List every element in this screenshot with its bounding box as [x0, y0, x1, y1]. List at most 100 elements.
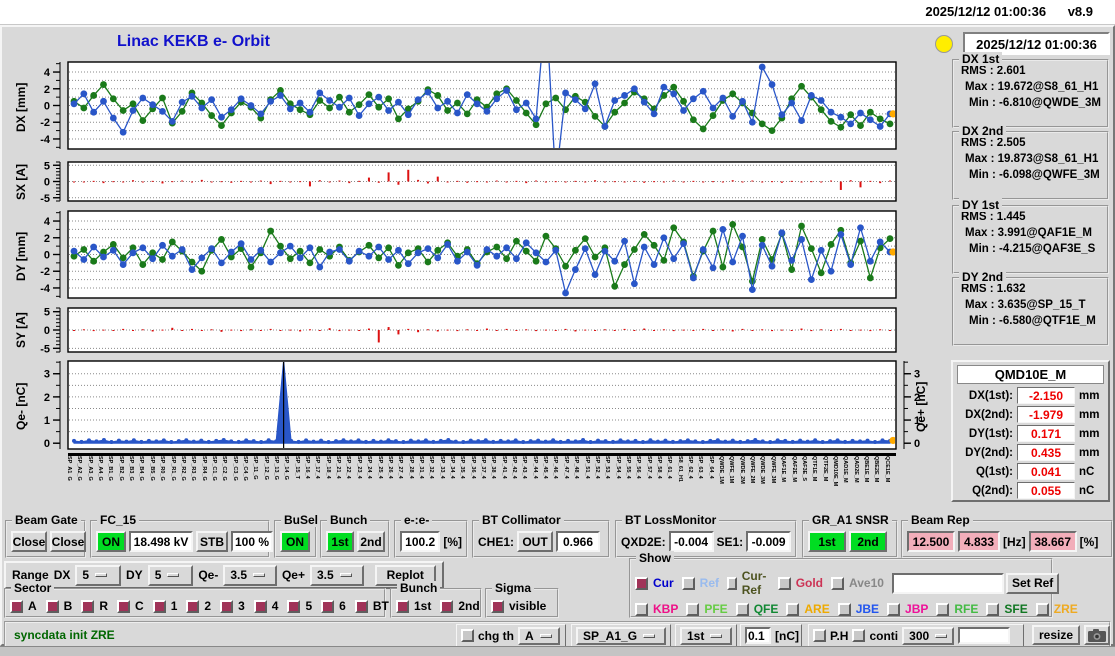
x-axis-label: SP_42_4 [511, 456, 518, 479]
sector-B-checkbox[interactable] [45, 599, 59, 613]
ref-name-input[interactable] [891, 572, 1004, 594]
sector-3-label: 3 [238, 599, 245, 613]
show-cur-ref-label: Cur-Ref [741, 569, 767, 597]
x-axis-label: SP_44_4 [531, 456, 538, 479]
bunch-select-group: Bunch 1st 2nd [320, 513, 390, 558]
threshold-input[interactable] [745, 627, 771, 644]
bunch-1st-checkbox[interactable] [396, 599, 409, 613]
dy1-rms: 1.445 [996, 211, 1026, 223]
screenshot-button[interactable] [1084, 625, 1110, 645]
x-axis-label: SP_28_4 [407, 456, 414, 479]
x-axis-label: QAF3E_S [800, 456, 807, 482]
x-axis-label: SP_43_4 [521, 456, 528, 479]
sector-B-label: B [63, 599, 73, 613]
sigma-visible-checkbox[interactable] [491, 599, 504, 613]
sector-BT-checkbox[interactable] [354, 599, 368, 613]
svg-text:0: 0 [44, 101, 50, 113]
range-dy-dropdown[interactable]: 5 [147, 564, 194, 586]
range-dx-dropdown[interactable]: 5 [75, 564, 122, 586]
show-ave10-checkbox[interactable] [831, 576, 845, 590]
show-zre-checkbox[interactable] [1035, 602, 1049, 616]
sector-1-checkbox[interactable] [152, 599, 166, 613]
show-jbe-checkbox[interactable] [837, 602, 851, 616]
x-axis-label: SP_21_4 [335, 456, 342, 479]
x-axis-label: SP_A1_G [68, 456, 72, 481]
conti-checkbox[interactable] [852, 629, 866, 642]
dy2-max: 3.635@SP_15_T [997, 299, 1086, 311]
show-ref-checkbox[interactable] [681, 576, 695, 590]
sector-R-checkbox[interactable] [81, 599, 95, 613]
svg-text:1: 1 [44, 415, 50, 427]
svg-text:-4: -4 [40, 134, 51, 146]
x-axis-label: SP_48_4 [573, 456, 580, 479]
bunch-1st-label: 1st [414, 599, 432, 613]
x-axis-label: SP_C2_G [221, 456, 228, 481]
sector-4-checkbox[interactable] [253, 599, 267, 613]
sector-6-checkbox[interactable] [321, 599, 335, 613]
show-pfe-checkbox[interactable] [686, 602, 700, 616]
dropdown-indicator-icon [539, 633, 552, 638]
sector-2-checkbox[interactable] [186, 599, 200, 613]
show-jbp-checkbox[interactable] [887, 602, 901, 616]
bunch-check-group: Bunch 1st 2nd [390, 581, 482, 618]
sector-6-label: 6 [339, 599, 346, 613]
fc15-on-button[interactable]: ON [96, 531, 126, 552]
beam-gate-close-2-button[interactable]: Close [50, 531, 86, 552]
sector-C-checkbox[interactable] [117, 599, 131, 613]
x-axis-labels: SP_A1_G SP_A2_G SP_A3_G SP_A4_G SP_B1_G SP_B2… [68, 456, 896, 518]
bunch-2nd-button[interactable]: 2nd [357, 531, 385, 552]
sector-A-checkbox[interactable] [10, 599, 23, 613]
x-axis-label: SP_C3_G [231, 456, 238, 481]
busel-on-button[interactable]: ON [280, 531, 310, 552]
titlebar-datetime: 2025/12/12 01:00:36 [925, 4, 1047, 19]
range-qe-minus-dropdown[interactable]: 3.5 [223, 564, 277, 586]
snsr-2nd-button[interactable]: 2nd [849, 531, 887, 552]
beam-rep-value3: 38.667 [1028, 531, 1077, 552]
ph-checkbox[interactable] [813, 629, 826, 642]
show-gold-checkbox[interactable] [777, 576, 791, 590]
x-axis-label: QBE1E_M [862, 456, 869, 483]
x-axis-label: SP_61_4 [666, 456, 673, 479]
snsr-1st-button[interactable]: 1st [808, 531, 846, 552]
fc15-percent-field: 100 % [231, 531, 273, 552]
bunch-2nd-checkbox[interactable] [440, 599, 454, 613]
dx2-rms: 2.505 [996, 137, 1026, 149]
show-kbp-checkbox[interactable] [635, 602, 648, 616]
x-axis-label: SP_24_4 [366, 456, 373, 479]
set-ref-button[interactable]: Set Ref [1005, 572, 1060, 594]
svg-text:5: 5 [44, 307, 50, 319]
chg-th-dropdown[interactable]: A [518, 626, 560, 645]
chg-th-checkbox[interactable] [461, 629, 474, 642]
extra-input[interactable] [958, 627, 1011, 644]
show-sfe-checkbox[interactable] [986, 602, 1000, 616]
x-axis-label: SP_B5_G [148, 456, 155, 481]
show-cur-ref-checkbox[interactable] [727, 576, 737, 590]
x-axis-label: SP_B4_G [138, 456, 145, 481]
dropdown-indicator-icon [935, 633, 948, 638]
show-cur-checkbox[interactable] [635, 576, 648, 590]
x-axis-label: SP_37_4 [480, 456, 486, 479]
svg-text:2: 2 [44, 392, 50, 404]
bunch-1st-button[interactable]: 1st [326, 531, 354, 552]
show-qfe-checkbox[interactable] [735, 602, 749, 616]
x-axis-label: SP_R4_G [200, 456, 207, 481]
x-axis-label: SP_18_4 [324, 456, 331, 479]
sector-3-checkbox[interactable] [220, 599, 234, 613]
x-axis-label: SP_45_4 [542, 456, 549, 479]
che1-value-field: 0.966 [556, 531, 601, 552]
bunch-dropdown[interactable]: 1st [680, 626, 732, 645]
points-dropdown[interactable]: 300 [902, 626, 955, 645]
fc15-group: FC_15 ON 18.498 kV STB 100 % [90, 513, 273, 558]
che1-out-button[interactable]: OUT [517, 531, 554, 552]
show-rfe-checkbox[interactable] [936, 602, 950, 616]
range-qe-plus-dropdown[interactable]: 3.5 [309, 564, 364, 586]
show-are-checkbox[interactable] [786, 602, 800, 616]
device-dropdown[interactable]: SP_A1_G [576, 626, 666, 645]
resize-button[interactable]: resize [1032, 625, 1080, 645]
monitor-title: QMD10E_M [957, 365, 1104, 384]
sector-5-checkbox[interactable] [287, 599, 301, 613]
x-axis-label: SP_12_G [262, 456, 269, 480]
x-axis-label: QWDE_2M [738, 456, 745, 484]
beam-gate-close-1-button[interactable]: Close [11, 531, 47, 552]
fc15-stb-button[interactable]: STB [196, 531, 228, 552]
